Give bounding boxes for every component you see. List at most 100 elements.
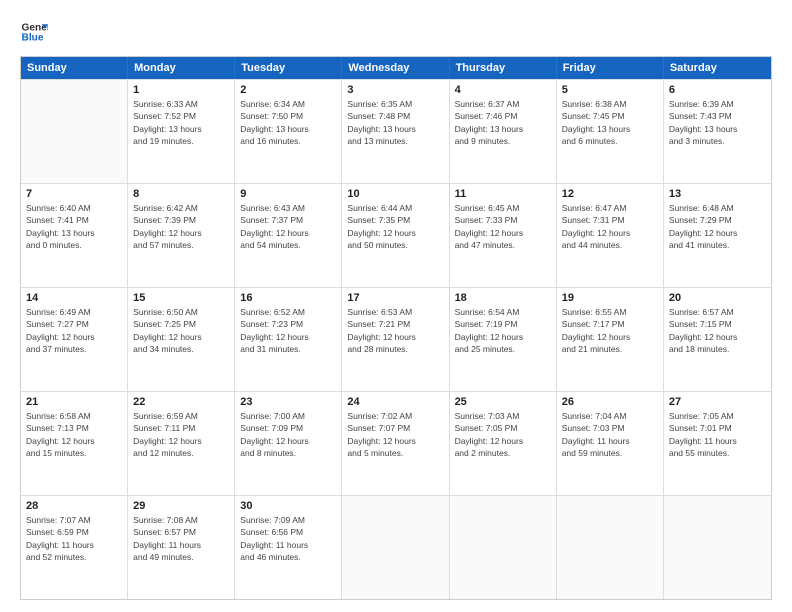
calendar-row-3: 21 Sunrise: 6:58 AM Sunset: 7:13 PM Dayli… — [21, 391, 771, 495]
day-info: Sunrise: 7:08 AM Sunset: 6:57 PM Dayligh… — [133, 514, 229, 563]
day-cell-12: 12 Sunrise: 6:47 AM Sunset: 7:31 PM Dayli… — [557, 184, 664, 287]
weekday-tuesday: Tuesday — [235, 57, 342, 79]
day-number: 16 — [240, 292, 336, 304]
day-info: Sunrise: 6:54 AM Sunset: 7:19 PM Dayligh… — [455, 306, 551, 355]
day-info: Sunrise: 7:07 AM Sunset: 6:59 PM Dayligh… — [26, 514, 122, 563]
calendar: SundayMondayTuesdayWednesdayThursdayFrid… — [20, 56, 772, 600]
day-cell-16: 16Sunrise: 6:52 AM Sunset: 7:23 PM Dayli… — [235, 288, 342, 391]
day-cell-15: 15 Sunrise: 6:50 AM Sunset: 7:25 PM Dayli… — [128, 288, 235, 391]
day-info: Sunrise: 6:47 AM Sunset: 7:31 PM Dayligh… — [562, 202, 658, 251]
calendar-header: SundayMondayTuesdayWednesdayThursdayFrid… — [21, 57, 771, 79]
calendar-row-2: 14 Sunrise: 6:49 AM Sunset: 7:27 PM Dayli… — [21, 287, 771, 391]
day-number: 18 — [455, 292, 551, 304]
day-info: Sunrise: 6:33 AM Sunset: 7:52 PM Dayligh… — [133, 98, 229, 147]
day-info: Sunrise: 6:38 AM Sunset: 7:45 PM Dayligh… — [562, 98, 658, 147]
day-info: Sunrise: 6:49 AM Sunset: 7:27 PM Dayligh… — [26, 306, 122, 355]
empty-cell — [342, 496, 449, 599]
day-info: Sunrise: 6:50 AM Sunset: 7:25 PM Dayligh… — [133, 306, 229, 355]
day-number: 14 — [26, 292, 122, 304]
day-info: Sunrise: 6:40 AM Sunset: 7:41 PM Dayligh… — [26, 202, 122, 251]
day-number: 9 — [240, 188, 336, 200]
day-number: 8 — [133, 188, 229, 200]
calendar-row-0: 1 Sunrise: 6:33 AM Sunset: 7:52 PM Daylig… — [21, 79, 771, 183]
day-cell-11: 11 Sunrise: 6:45 AM Sunset: 7:33 PM Dayli… — [450, 184, 557, 287]
day-number: 20 — [669, 292, 766, 304]
day-cell-25: 25 Sunrise: 7:03 AM Sunset: 7:05 PM Dayli… — [450, 392, 557, 495]
day-info: Sunrise: 7:03 AM Sunset: 7:05 PM Dayligh… — [455, 410, 551, 459]
day-cell-2: 2Sunrise: 6:34 AM Sunset: 7:50 PM Daylig… — [235, 80, 342, 183]
day-cell-5: 5 Sunrise: 6:38 AM Sunset: 7:45 PM Daylig… — [557, 80, 664, 183]
calendar-body: 1 Sunrise: 6:33 AM Sunset: 7:52 PM Daylig… — [21, 79, 771, 599]
day-cell-18: 18 Sunrise: 6:54 AM Sunset: 7:19 PM Dayli… — [450, 288, 557, 391]
day-info: Sunrise: 6:55 AM Sunset: 7:17 PM Dayligh… — [562, 306, 658, 355]
day-number: 21 — [26, 396, 122, 408]
empty-cell — [450, 496, 557, 599]
day-number: 12 — [562, 188, 658, 200]
day-number: 22 — [133, 396, 229, 408]
day-cell-17: 17 Sunrise: 6:53 AM Sunset: 7:21 PM Dayli… — [342, 288, 449, 391]
day-number: 17 — [347, 292, 443, 304]
day-cell-14: 14 Sunrise: 6:49 AM Sunset: 7:27 PM Dayli… — [21, 288, 128, 391]
calendar-row-4: 28 Sunrise: 7:07 AM Sunset: 6:59 PM Dayli… — [21, 495, 771, 599]
day-cell-19: 19Sunrise: 6:55 AM Sunset: 7:17 PM Dayli… — [557, 288, 664, 391]
day-cell-7: 7 Sunrise: 6:40 AM Sunset: 7:41 PM Daylig… — [21, 184, 128, 287]
day-number: 11 — [455, 188, 551, 200]
day-number: 4 — [455, 84, 551, 96]
day-cell-30: 30Sunrise: 7:09 AM Sunset: 6:56 PM Dayli… — [235, 496, 342, 599]
day-info: Sunrise: 6:48 AM Sunset: 7:29 PM Dayligh… — [669, 202, 766, 251]
day-number: 25 — [455, 396, 551, 408]
day-cell-4: 4 Sunrise: 6:37 AM Sunset: 7:46 PM Daylig… — [450, 80, 557, 183]
day-number: 7 — [26, 188, 122, 200]
day-number: 29 — [133, 500, 229, 512]
day-cell-20: 20 Sunrise: 6:57 AM Sunset: 7:15 PM Dayli… — [664, 288, 771, 391]
day-cell-8: 8 Sunrise: 6:42 AM Sunset: 7:39 PM Daylig… — [128, 184, 235, 287]
day-info: Sunrise: 6:53 AM Sunset: 7:21 PM Dayligh… — [347, 306, 443, 355]
day-number: 28 — [26, 500, 122, 512]
day-cell-3: 3 Sunrise: 6:35 AM Sunset: 7:48 PM Daylig… — [342, 80, 449, 183]
day-number: 15 — [133, 292, 229, 304]
day-info: Sunrise: 6:58 AM Sunset: 7:13 PM Dayligh… — [26, 410, 122, 459]
day-number: 24 — [347, 396, 443, 408]
header: General Blue — [20, 18, 772, 46]
weekday-wednesday: Wednesday — [342, 57, 449, 79]
day-cell-22: 22 Sunrise: 6:59 AM Sunset: 7:11 PM Dayli… — [128, 392, 235, 495]
empty-cell — [557, 496, 664, 599]
day-cell-24: 24Sunrise: 7:02 AM Sunset: 7:07 PM Dayli… — [342, 392, 449, 495]
day-info: Sunrise: 6:34 AM Sunset: 7:50 PM Dayligh… — [240, 98, 336, 147]
svg-text:Blue: Blue — [22, 33, 44, 44]
day-info: Sunrise: 6:39 AM Sunset: 7:43 PM Dayligh… — [669, 98, 766, 147]
day-number: 13 — [669, 188, 766, 200]
day-number: 5 — [562, 84, 658, 96]
day-cell-6: 6 Sunrise: 6:39 AM Sunset: 7:43 PM Daylig… — [664, 80, 771, 183]
weekday-friday: Friday — [557, 57, 664, 79]
weekday-thursday: Thursday — [450, 57, 557, 79]
day-info: Sunrise: 6:37 AM Sunset: 7:46 PM Dayligh… — [455, 98, 551, 147]
day-number: 6 — [669, 84, 766, 96]
day-cell-29: 29 Sunrise: 7:08 AM Sunset: 6:57 PM Dayli… — [128, 496, 235, 599]
day-cell-1: 1 Sunrise: 6:33 AM Sunset: 7:52 PM Daylig… — [128, 80, 235, 183]
day-info: Sunrise: 6:44 AM Sunset: 7:35 PM Dayligh… — [347, 202, 443, 251]
logo-icon: General Blue — [20, 18, 48, 46]
day-cell-9: 9 Sunrise: 6:43 AM Sunset: 7:37 PM Daylig… — [235, 184, 342, 287]
day-info: Sunrise: 6:35 AM Sunset: 7:48 PM Dayligh… — [347, 98, 443, 147]
calendar-row-1: 7 Sunrise: 6:40 AM Sunset: 7:41 PM Daylig… — [21, 183, 771, 287]
day-info: Sunrise: 6:45 AM Sunset: 7:33 PM Dayligh… — [455, 202, 551, 251]
day-number: 1 — [133, 84, 229, 96]
weekday-saturday: Saturday — [664, 57, 771, 79]
day-number: 10 — [347, 188, 443, 200]
day-info: Sunrise: 6:57 AM Sunset: 7:15 PM Dayligh… — [669, 306, 766, 355]
empty-cell — [664, 496, 771, 599]
day-info: Sunrise: 6:42 AM Sunset: 7:39 PM Dayligh… — [133, 202, 229, 251]
day-cell-28: 28 Sunrise: 7:07 AM Sunset: 6:59 PM Dayli… — [21, 496, 128, 599]
day-info: Sunrise: 6:59 AM Sunset: 7:11 PM Dayligh… — [133, 410, 229, 459]
day-cell-21: 21 Sunrise: 6:58 AM Sunset: 7:13 PM Dayli… — [21, 392, 128, 495]
day-info: Sunrise: 7:04 AM Sunset: 7:03 PM Dayligh… — [562, 410, 658, 459]
day-number: 27 — [669, 396, 766, 408]
day-info: Sunrise: 6:43 AM Sunset: 7:37 PM Dayligh… — [240, 202, 336, 251]
day-number: 23 — [240, 396, 336, 408]
day-cell-23: 23 Sunrise: 7:00 AM Sunset: 7:09 PM Dayli… — [235, 392, 342, 495]
day-cell-10: 10 Sunrise: 6:44 AM Sunset: 7:35 PM Dayli… — [342, 184, 449, 287]
day-info: Sunrise: 7:00 AM Sunset: 7:09 PM Dayligh… — [240, 410, 336, 459]
day-cell-13: 13 Sunrise: 6:48 AM Sunset: 7:29 PM Dayli… — [664, 184, 771, 287]
day-number: 3 — [347, 84, 443, 96]
